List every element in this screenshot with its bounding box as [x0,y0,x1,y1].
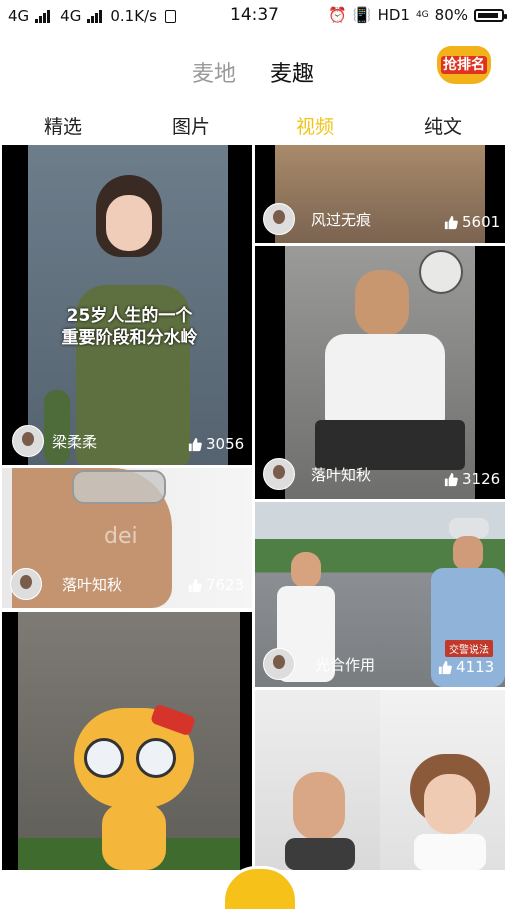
signal-icon-2 [87,9,103,23]
like-number: 3126 [462,470,501,488]
sub-tabs: 精选 图片 视频 纯文 [0,104,514,144]
like-count[interactable]: 7623 [187,576,244,594]
like-number: 5601 [462,213,501,231]
network-type-2: 4G [60,7,82,25]
rank-label: 抢排名 [443,57,485,73]
thumbs-up-icon [188,437,202,451]
thumbs-up-icon [444,472,458,486]
card-author[interactable]: 落叶知秋 [263,458,371,490]
caption-line-1: 25岁人生的一个 [66,306,193,326]
thumbs-up-icon [438,660,452,674]
status-bar: 4G 4G 0.1K/s 14:37 ⏰ 📳 HD1 4G 80% [0,0,514,34]
like-count[interactable]: 3126 [443,470,500,488]
avatar[interactable] [10,568,42,600]
sim-icon [164,9,176,23]
video-card[interactable]: 落叶知秋 3126 [255,246,505,499]
card-author[interactable]: 梁柔柔 [12,425,97,457]
video-card[interactable]: 风过无痕 5601 [255,145,505,243]
like-number: 3056 [206,435,245,453]
video-card[interactable] [255,690,505,870]
person-right [410,754,490,870]
tab-video[interactable]: 视频 [296,112,334,139]
like-count[interactable]: 4113 [437,658,494,676]
video-card[interactable] [2,612,252,870]
author-name: 落叶知秋 [62,575,123,594]
person-left [285,772,355,870]
card-author[interactable]: 落叶知秋 [10,568,122,600]
vibrate-icon: 📳 [352,6,372,24]
clock: 14:37 [230,5,279,25]
card-author[interactable]: 光合作用 [263,648,375,680]
video-watermark: dei [104,524,138,549]
net-speed: 0.1K/s [110,7,157,25]
publish-button[interactable] [222,866,298,912]
channel-badge: 交警说法 [445,640,493,657]
sunglasses [72,470,166,504]
like-count[interactable]: 5601 [443,213,500,231]
tab-text[interactable]: 纯文 [424,112,462,139]
like-number: 4113 [456,658,495,676]
network-type: 4G [8,7,30,25]
video-card[interactable]: 交警说法 光合作用 4113 [255,502,505,687]
author-name: 梁柔柔 [52,432,98,451]
video-card[interactable]: 25岁人生的一个 重要阶段和分水岭 梁柔柔 3056 [2,145,252,465]
tab-maidi[interactable]: 麦地 [192,56,236,88]
tab-maiqu[interactable]: 麦趣 [270,56,314,88]
thumbs-up-icon [444,215,458,229]
thumbs-up-icon [188,578,202,592]
battery-icon [474,8,507,22]
author-name: 风过无痕 [311,210,372,229]
video-caption: 25岁人生的一个 重要阶段和分水岭 [32,305,227,349]
alarm-icon: ⏰ [328,6,347,24]
avatar[interactable] [263,458,295,490]
hd-label: HD1 [377,6,410,24]
caption-line-2: 重要阶段和分水岭 [61,328,198,348]
video-card[interactable]: dei 落叶知秋 7623 [2,468,252,608]
tab-pictures[interactable]: 图片 [172,112,210,139]
wifi-small-label: 4G [415,10,429,20]
like-number: 7623 [206,576,245,594]
author-name: 落叶知秋 [311,465,372,484]
person-figure [315,270,465,470]
battery-percent: 80% [434,6,468,24]
author-name: 光合作用 [315,655,376,674]
card-author[interactable]: 风过无痕 [263,203,371,235]
like-count[interactable]: 3056 [187,435,244,453]
rank-button[interactable]: 抢排名 [437,46,491,86]
signal-icon [35,9,51,23]
avatar[interactable] [263,203,295,235]
avatar[interactable] [12,425,44,457]
avatar[interactable] [263,648,295,680]
mascot-costume [74,703,197,870]
tab-featured[interactable]: 精选 [44,112,82,139]
